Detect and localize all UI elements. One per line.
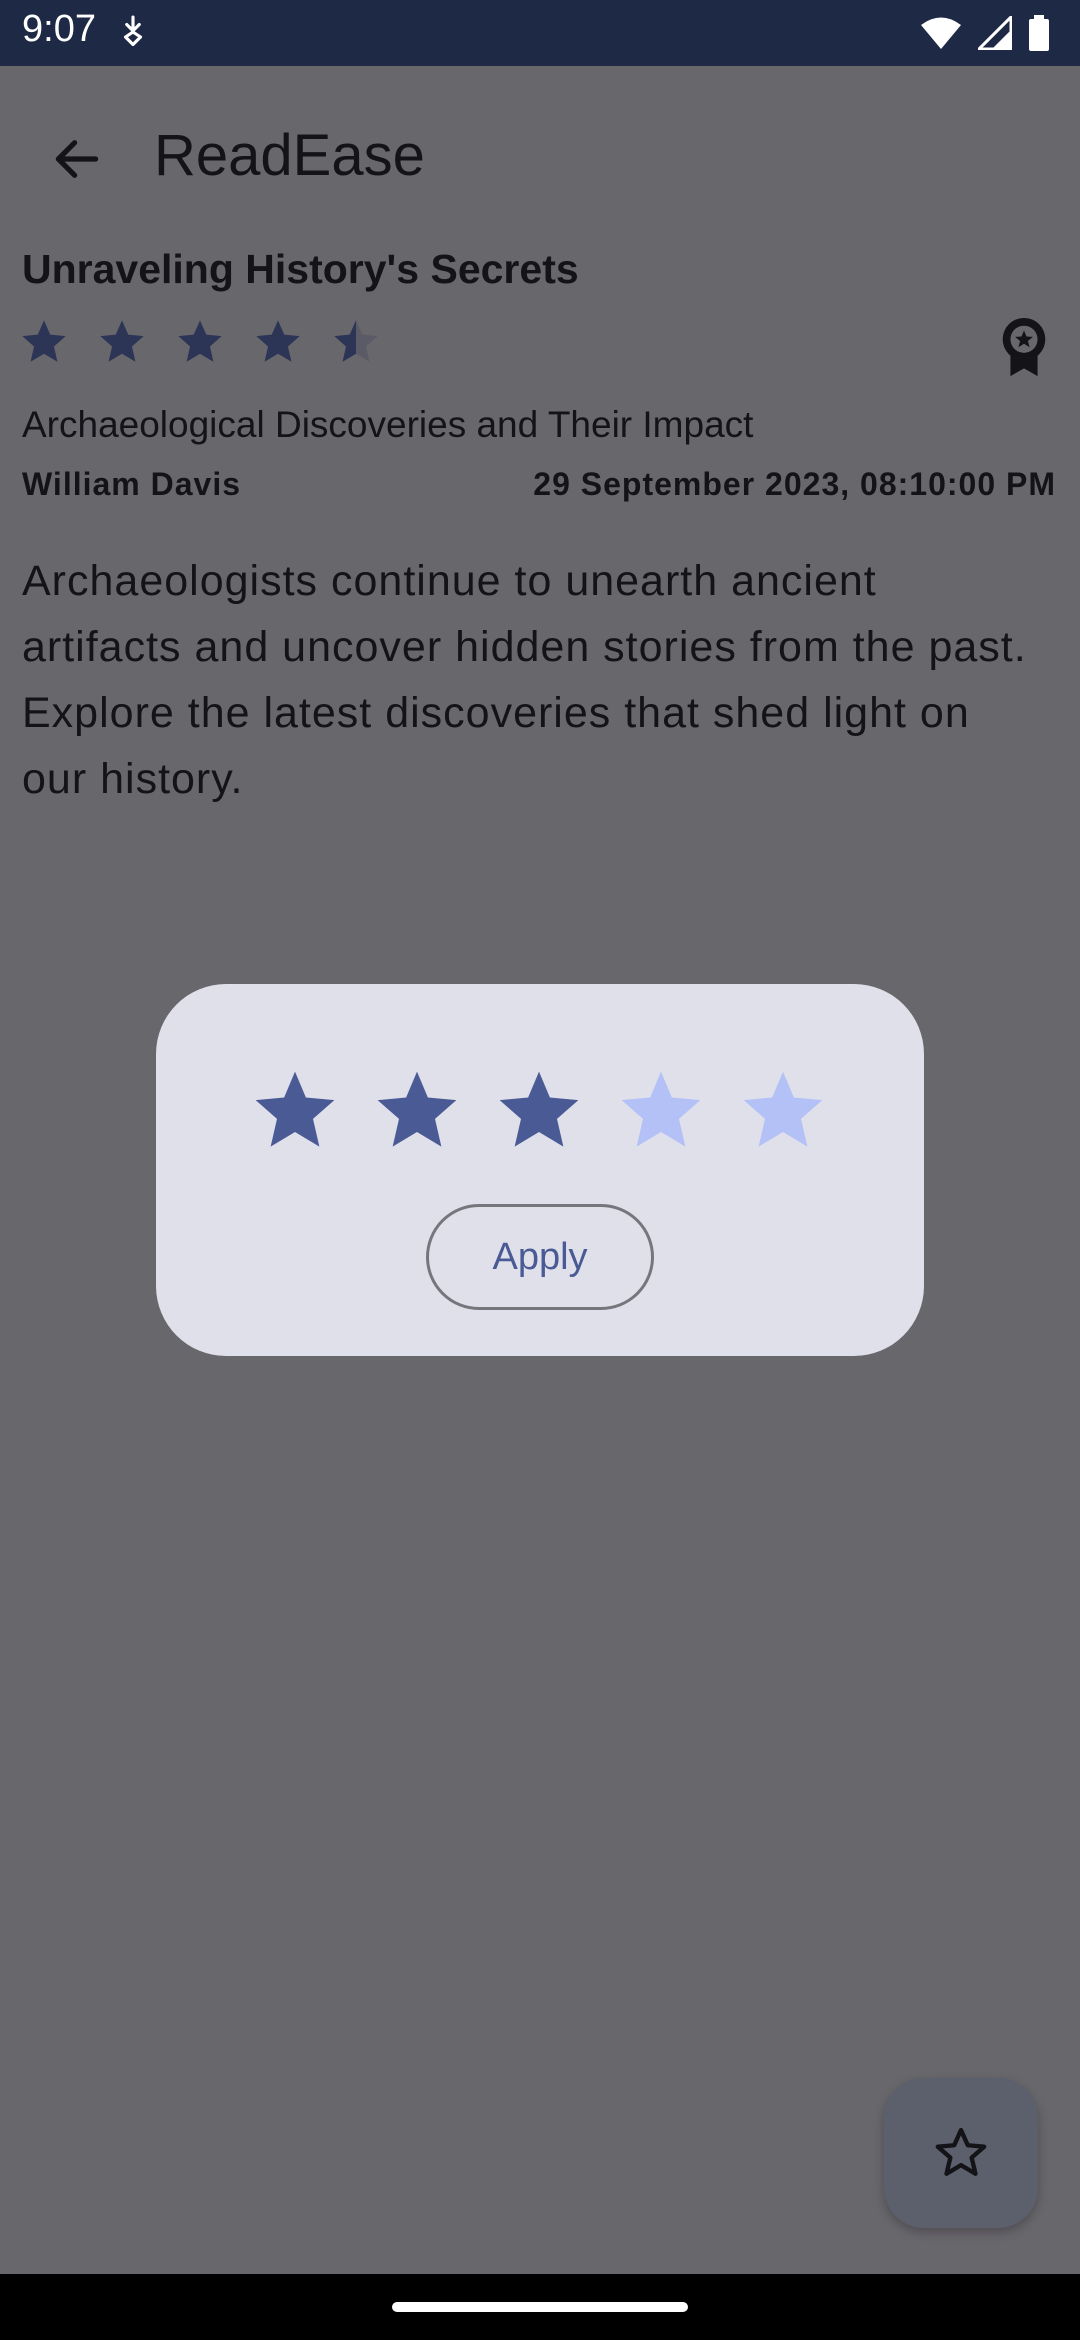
rating-dialog: Apply: [156, 984, 924, 1356]
app-title: ReadEase: [154, 123, 425, 188]
rating-stars: [250, 1066, 828, 1156]
rating-star-5[interactable]: [738, 1066, 828, 1156]
wifi-icon: [921, 17, 961, 49]
article-author: William Davis: [22, 466, 242, 502]
status-icons: [920, 14, 1050, 52]
rating-star-4[interactable]: [616, 1066, 706, 1156]
status-time: 9:07: [22, 8, 96, 50]
star-icon: [22, 320, 66, 362]
download-status-icon: [123, 15, 143, 47]
app-bar: ReadEase: [0, 66, 1080, 242]
apply-button[interactable]: Apply: [426, 1204, 654, 1310]
rate-fab[interactable]: [884, 2078, 1038, 2228]
star-icon: [100, 320, 144, 362]
article-subtitle: Archaeological Discoveries and Their Imp…: [22, 404, 754, 445]
status-bar: 9:07: [0, 0, 1080, 66]
article-body: Archaeologists continue to unearth ancie…: [22, 557, 1027, 803]
rating-star-3[interactable]: [494, 1066, 584, 1156]
battery-icon: [1029, 15, 1049, 51]
navigation-bar: [0, 2274, 1080, 2340]
home-handle[interactable]: [392, 2302, 688, 2312]
star-half-icon: [334, 320, 378, 362]
article-rating: [18, 316, 382, 368]
star-icon: [256, 320, 300, 362]
rating-star-1[interactable]: [250, 1066, 340, 1156]
arrow-back-icon: [55, 140, 99, 178]
article-title: Unraveling History's Secrets: [22, 246, 579, 292]
back-button[interactable]: [44, 126, 110, 192]
star-icon: [178, 320, 222, 362]
star-outline-icon: [935, 2127, 987, 2176]
award-badge-icon[interactable]: [996, 316, 1052, 378]
rating-star-2[interactable]: [372, 1066, 462, 1156]
cell-signal-icon: [978, 16, 1012, 50]
article-date: 29 September 2023, 08:10:00 PM: [533, 466, 1056, 502]
